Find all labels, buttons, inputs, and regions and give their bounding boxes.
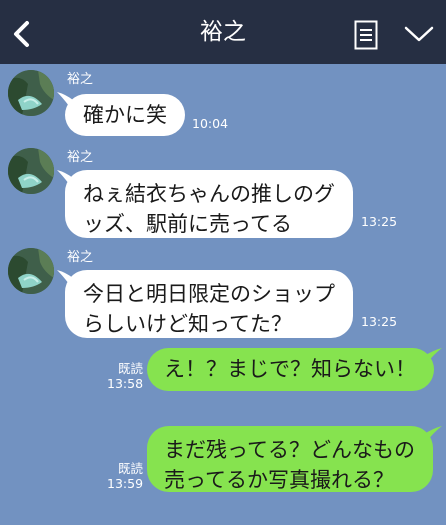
note-icon[interactable] xyxy=(354,20,378,50)
sender-name: 裕之 xyxy=(67,72,94,87)
message-line: まだ残ってる？どんなもの xyxy=(164,438,415,462)
message-bubble[interactable]: 確かに笑 xyxy=(65,94,185,136)
message-time: 13:25 xyxy=(361,214,398,229)
chat-title: 裕之 xyxy=(200,19,246,45)
message-time: 13:59 xyxy=(107,476,144,491)
message-bubble[interactable]: ねぇ結衣ちゃんの推しのグ ッズ、駅前に売ってる xyxy=(65,170,353,238)
message-line: ッズ、駅前に売ってる xyxy=(83,212,292,236)
avatar-image-icon xyxy=(8,70,54,116)
bubble-tail xyxy=(424,426,442,440)
chevron-down-icon[interactable] xyxy=(404,24,434,44)
message-bubble[interactable]: 今日と明日限定のショップ らしいけど知ってた？ xyxy=(65,270,353,338)
avatar-image-icon xyxy=(8,148,54,194)
avatar[interactable] xyxy=(8,70,54,116)
message-line: 売ってるか写真撮れる？ xyxy=(164,468,394,492)
message-line: 今日と明日限定のショップ xyxy=(83,282,335,306)
bubble-tail xyxy=(424,348,442,362)
message-line: ねぇ結衣ちゃんの推しのグ xyxy=(83,182,335,206)
message-bubble[interactable]: え！？まじで？知らない！ xyxy=(147,348,434,391)
message-bubble[interactable]: まだ残ってる？どんなもの 売ってるか写真撮れる？ xyxy=(147,426,433,492)
message-time: 13:58 xyxy=(107,376,144,391)
message-line: 確かに笑 xyxy=(83,103,167,127)
avatar-image-icon xyxy=(8,248,54,294)
read-receipt: 既読 xyxy=(117,461,143,476)
message-time: 10:04 xyxy=(192,116,229,131)
message-line: え！？まじで？知らない！ xyxy=(164,357,416,381)
read-receipt: 既読 xyxy=(117,361,143,376)
sender-name: 裕之 xyxy=(67,150,94,165)
avatar[interactable] xyxy=(8,148,54,194)
avatar[interactable] xyxy=(8,248,54,294)
chat-header: 裕之 xyxy=(0,0,446,64)
sender-name: 裕之 xyxy=(67,250,94,265)
message-line: らしいけど知ってた？ xyxy=(83,312,292,336)
message-time: 13:25 xyxy=(361,314,398,329)
